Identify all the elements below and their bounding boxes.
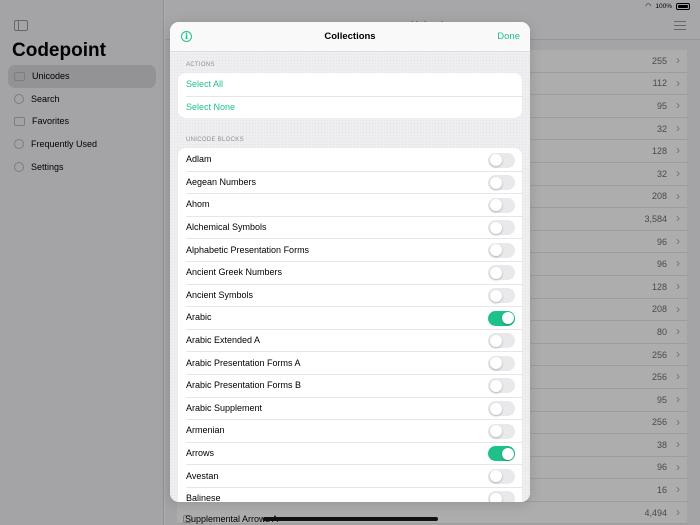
block-row: Arabic Extended A [178, 328, 522, 352]
toggle-knob [489, 379, 502, 392]
block-name: Adlam [186, 154, 212, 165]
section-header-unicode-blocks: UNICODE BLOCKS [186, 137, 244, 143]
block-toggle[interactable] [488, 378, 515, 394]
block-row: Arabic Presentation Forms A [178, 351, 522, 374]
toggle-knob [489, 334, 502, 347]
unicode-blocks-group: Adlam Aegean Numbers Ahom Alchemical Symbol… [178, 148, 522, 502]
battery-icon [676, 2, 690, 10]
block-name: Alchemical Symbols [186, 222, 267, 233]
sheet-title: Collections [324, 31, 376, 42]
block-name: Aegean Numbers [186, 176, 257, 187]
block-name: Avestan [186, 470, 219, 481]
sheet-body[interactable]: ACTIONS Select All Select None UNICODE B… [170, 53, 530, 502]
block-row: Armenian [178, 419, 522, 442]
actions-group: Select All Select None [178, 73, 522, 119]
collections-sheet: i Collections Done ACTIONS Select All Se… [170, 22, 530, 502]
block-toggle[interactable] [488, 152, 515, 168]
section-header-actions: ACTIONS [186, 62, 215, 68]
block-name: Ahom [186, 199, 210, 210]
block-name: Alphabetic Presentation Forms [186, 244, 310, 255]
toggle-knob [489, 176, 502, 189]
block-name: Arabic Supplement [186, 402, 263, 413]
block-row: Ahom [178, 193, 522, 216]
block-name: Arabic Presentation Forms A [186, 357, 301, 368]
wifi-icon: ◠ [645, 3, 652, 10]
block-name: Ancient Symbols [186, 289, 254, 300]
sheet-header: i Collections Done [170, 22, 530, 52]
block-name: Ancient Greek Numbers [186, 267, 283, 278]
toggle-knob [489, 221, 502, 234]
block-row: Alphabetic Presentation Forms [178, 238, 522, 261]
toggle-knob [489, 470, 502, 483]
block-name: Arabic Presentation Forms B [186, 380, 302, 391]
block-toggle[interactable] [488, 242, 515, 258]
block-name: Arabic [186, 312, 212, 323]
toggle-knob [489, 492, 502, 502]
toggle-knob [489, 154, 502, 166]
block-toggle[interactable] [488, 197, 515, 213]
toggle-knob [489, 357, 502, 370]
block-name: Balinese [186, 493, 221, 502]
block-row: Avestan [178, 464, 522, 487]
block-toggle[interactable] [488, 310, 515, 326]
status-bar: ◠ 100% [645, 2, 690, 10]
block-row: Ancient Greek Numbers [178, 260, 522, 284]
toggle-knob [501, 312, 514, 325]
block-row: Aegean Numbers [178, 170, 522, 194]
block-row: Arrows [178, 441, 522, 465]
battery-percent: 100% [655, 2, 672, 10]
toggle-knob [489, 199, 502, 212]
block-toggle[interactable] [488, 401, 515, 417]
block-name: Arabic Extended A [186, 335, 261, 346]
block-row: Balinese [178, 486, 522, 502]
block-toggle[interactable] [488, 355, 515, 371]
block-toggle[interactable] [488, 220, 515, 236]
toggle-knob [489, 244, 502, 257]
toggle-knob [489, 266, 502, 279]
block-row: Arabic Supplement [178, 396, 522, 420]
block-name: Arrows [186, 448, 215, 459]
toggle-knob [489, 402, 502, 415]
block-toggle[interactable] [488, 288, 515, 304]
block-row: Arabic [178, 306, 522, 329]
block-toggle[interactable] [488, 468, 515, 484]
toggle-knob [489, 425, 502, 438]
select-none-button[interactable]: Select None [178, 95, 522, 119]
block-toggle[interactable] [488, 333, 515, 349]
block-toggle[interactable] [488, 265, 515, 281]
toggle-knob [501, 447, 514, 460]
block-toggle[interactable] [488, 423, 515, 439]
block-name: Armenian [186, 425, 225, 436]
toggle-knob [489, 289, 502, 302]
done-button[interactable]: Done [497, 31, 520, 42]
select-all-button[interactable]: Select All [178, 73, 522, 96]
block-row: Adlam [178, 148, 522, 171]
block-toggle[interactable] [488, 446, 515, 462]
block-row: Arabic Presentation Forms B [178, 373, 522, 397]
home-indicator [263, 517, 438, 521]
block-toggle[interactable] [488, 491, 515, 502]
block-row: Alchemical Symbols [178, 215, 522, 239]
block-row: Ancient Symbols [178, 283, 522, 307]
block-toggle[interactable] [488, 175, 515, 191]
